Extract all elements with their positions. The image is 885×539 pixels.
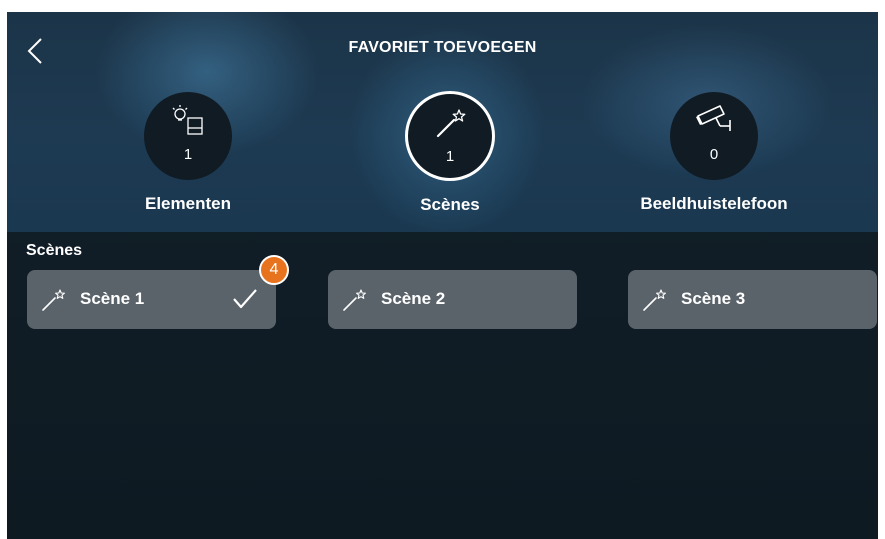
- category-label: Beeldhuistelefoon: [640, 194, 788, 213]
- category-circle: 1: [144, 92, 232, 180]
- category-elementen[interactable]: 1 Elementen: [88, 92, 288, 214]
- lightbulb-switch-icon: [172, 105, 203, 135]
- security-camera-icon: [696, 105, 731, 131]
- scene-tile-1[interactable]: Scène 1: [27, 270, 276, 329]
- scene-label: Scène 1: [80, 289, 145, 308]
- category-circle: 0: [670, 92, 758, 180]
- checkmark-icon: [233, 289, 257, 309]
- magic-wand-icon: [436, 109, 466, 138]
- scene-label: Scène 2: [381, 289, 446, 308]
- scene-tile-3[interactable]: Scène 3: [628, 270, 877, 329]
- category-beeldhuistelefoon[interactable]: 0 Beeldhuistelefoon: [614, 92, 814, 214]
- scene-label: Scène 3: [681, 289, 746, 308]
- category-count: 1: [445, 148, 455, 165]
- magic-wand-icon: [643, 289, 666, 311]
- category-scenes[interactable]: 1 Scènes: [350, 91, 550, 215]
- header-panel: FAVORIET TOEVOEGEN 1 Elementen 1 Scènes …: [7, 12, 878, 232]
- magic-wand-icon: [42, 289, 65, 311]
- category-count: 1: [183, 146, 193, 163]
- app-screen: FAVORIET TOEVOEGEN 1 Elementen 1 Scènes …: [7, 12, 878, 539]
- magic-wand-icon: [343, 289, 366, 311]
- scene-tile-2[interactable]: Scène 2: [328, 270, 577, 329]
- page-title: FAVORIET TOEVOEGEN: [348, 39, 537, 56]
- section-title: Scènes: [26, 242, 83, 259]
- category-count: 0: [709, 146, 719, 163]
- category-label: Elementen: [145, 194, 231, 213]
- callout-badge: 4: [259, 255, 289, 285]
- category-circle-selected: 1: [405, 91, 495, 181]
- category-label: Scènes: [420, 195, 480, 214]
